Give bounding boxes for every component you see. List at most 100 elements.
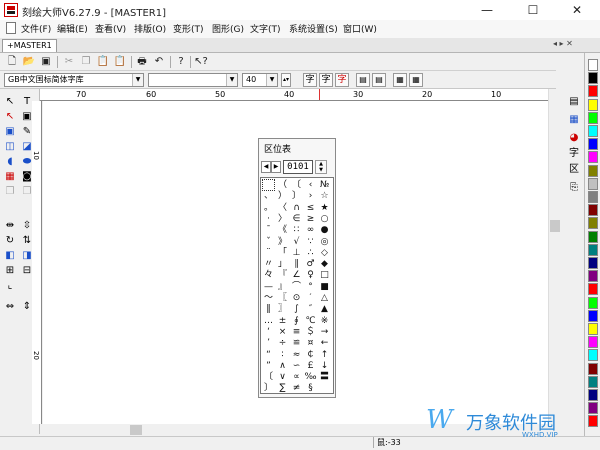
vertical-scrollbar[interactable] bbox=[548, 89, 562, 424]
symbol-cell[interactable]: ＄ bbox=[304, 326, 317, 338]
group-icon[interactable]: ◧ bbox=[2, 249, 18, 263]
symbol-cell[interactable]: 』 bbox=[276, 281, 289, 293]
color-swatch[interactable] bbox=[588, 59, 598, 71]
symbol-cell[interactable]: 〕 bbox=[262, 382, 275, 394]
symbol-cell[interactable]: 〔 bbox=[262, 371, 275, 383]
symbol-cell[interactable]: ↓ bbox=[318, 360, 331, 372]
color-swatch[interactable] bbox=[588, 151, 598, 164]
symbol-cell[interactable]: ∞ bbox=[304, 224, 317, 236]
symbol-cell[interactable]: ‰ bbox=[304, 371, 317, 383]
symbol-cell[interactable]: ‖ bbox=[262, 303, 275, 315]
symbol-cell[interactable]: ￡ bbox=[304, 360, 317, 372]
symbol-cell[interactable]: ≌ bbox=[290, 337, 303, 349]
color-swatch[interactable] bbox=[588, 191, 598, 203]
symbol-cell[interactable] bbox=[262, 179, 275, 191]
rotate-icon[interactable]: ↻ bbox=[2, 234, 18, 248]
symbol-cell[interactable]: ′ bbox=[304, 292, 317, 304]
color-swatch[interactable] bbox=[588, 402, 598, 415]
symbol-cell[interactable]: ♂ bbox=[304, 258, 317, 270]
symbol-cell[interactable]: — bbox=[262, 281, 275, 293]
menu-transform[interactable]: 变形(T) bbox=[173, 22, 204, 35]
paste-special-icon[interactable]: 📋 bbox=[113, 55, 127, 69]
symbol-cell[interactable]: ” bbox=[262, 360, 275, 372]
symbol-cell[interactable]: ∮ bbox=[290, 315, 303, 327]
color-swatch[interactable] bbox=[588, 362, 598, 375]
symbol-cell[interactable]: “ bbox=[262, 349, 275, 361]
color-swatch[interactable] bbox=[588, 257, 598, 269]
context-help-icon[interactable]: ↖? bbox=[194, 55, 208, 69]
symbol-cell[interactable]: ≤ bbox=[304, 202, 317, 214]
align-center-icon[interactable]: ▤ bbox=[372, 73, 386, 87]
text-vertical-button[interactable]: 字 bbox=[319, 73, 333, 87]
select-arrow-icon[interactable]: ↖ bbox=[2, 95, 18, 109]
symbol-cell[interactable]: 〔 bbox=[290, 179, 303, 191]
menu-graphics[interactable]: 图形(G) bbox=[212, 22, 244, 35]
symbol-cell[interactable]: ～ bbox=[262, 292, 275, 304]
symbol-cell[interactable]: 〖 bbox=[276, 292, 289, 304]
color-swatch[interactable] bbox=[588, 98, 598, 111]
symbol-cell[interactable]: 〕 bbox=[290, 190, 303, 202]
symbol-cell[interactable]: ± bbox=[276, 315, 289, 327]
symbol-cell[interactable]: § bbox=[304, 382, 317, 394]
symbol-cell[interactable]: ∧ bbox=[276, 360, 289, 372]
menu-file[interactable]: 文件(F) bbox=[21, 22, 51, 35]
symbol-cell[interactable] bbox=[318, 382, 331, 394]
print-icon[interactable]: 🖶 bbox=[135, 55, 149, 69]
symbol-cell[interactable]: ∥ bbox=[290, 258, 303, 270]
prev-zone-button[interactable]: ◀ bbox=[261, 161, 271, 173]
symbol-cell[interactable]: ☆ bbox=[318, 190, 331, 202]
export-icon[interactable]: ⎘ bbox=[566, 181, 582, 195]
align-left-icon[interactable]: ▤ bbox=[356, 73, 370, 87]
symbol-cell[interactable]: 〉 bbox=[276, 213, 289, 225]
symbol-cell[interactable]: 『 bbox=[276, 269, 289, 281]
symbol-cell[interactable]: ○ bbox=[318, 213, 331, 225]
symbol-cell[interactable]: ⊥ bbox=[290, 247, 303, 259]
zone-code-input[interactable]: 0101 bbox=[283, 160, 313, 174]
color-swatch[interactable] bbox=[588, 296, 598, 309]
horizontal-scroll-thumb[interactable] bbox=[130, 425, 142, 435]
symbol-cell[interactable]: 〃 bbox=[262, 258, 275, 270]
corner-icon[interactable]: ⌞ bbox=[2, 279, 18, 293]
font-family-select[interactable]: GB中文国标简体字库 ▼ bbox=[4, 73, 144, 87]
symbol-cell[interactable]: ∴ bbox=[304, 247, 317, 259]
symbol-cell[interactable]: ∨ bbox=[276, 371, 289, 383]
copy-tool-icon[interactable]: ❐ bbox=[2, 185, 18, 199]
color-swatch[interactable] bbox=[588, 125, 598, 137]
menu-layout[interactable]: 排版(O) bbox=[134, 22, 166, 35]
vertical-scroll-thumb[interactable] bbox=[550, 220, 560, 232]
symbol-cell[interactable]: ∫ bbox=[290, 303, 303, 315]
minimize-button[interactable]: — bbox=[464, 0, 510, 20]
color-swatch[interactable] bbox=[588, 349, 598, 362]
symbol-cell[interactable]: □ bbox=[318, 269, 331, 281]
symbol-cell[interactable]: ≠ bbox=[290, 382, 303, 394]
symbol-cell[interactable]: ♀ bbox=[304, 269, 317, 281]
symbol-cell[interactable]: № bbox=[318, 179, 331, 191]
color-swatch[interactable] bbox=[588, 243, 598, 256]
symbol-cell[interactable]: ◎ bbox=[318, 236, 331, 248]
color-swatch[interactable] bbox=[588, 230, 598, 243]
menu-view[interactable]: 查看(V) bbox=[95, 22, 126, 35]
symbol-cell[interactable]: ★ bbox=[318, 202, 331, 214]
symbol-grid[interactable]: （〔 ‹ №、）〕 › ☆。〈 ∩ ≤ ★ · 〉 ∈ ≥ ○ ˉ 《 ∷ ∞ ● ˇ 》 √ ∵ ◎ ¨ 「⊥ ∴ ◇ 〃」 ∥ ♂ ◆ 々… bbox=[260, 177, 334, 394]
maximize-button[interactable]: ☐ bbox=[510, 0, 556, 20]
open-folder-icon[interactable]: 📂 bbox=[22, 55, 36, 69]
tab-master1[interactable]: +MASTER1 bbox=[2, 39, 57, 52]
symbol-cell[interactable]: ˇ bbox=[262, 236, 275, 248]
symbol-cell[interactable]: ″ bbox=[304, 303, 317, 315]
color-swatch[interactable] bbox=[588, 270, 598, 283]
symbol-cell[interactable]: ∽ bbox=[290, 360, 303, 372]
symbol-cell[interactable]: √ bbox=[290, 236, 303, 248]
new-file-icon[interactable]: 🗋 bbox=[5, 55, 19, 69]
document-icon[interactable] bbox=[6, 22, 16, 34]
symbol-cell[interactable]: 。 bbox=[262, 202, 275, 214]
symbol-cell[interactable]: 々 bbox=[262, 269, 275, 281]
font-tool-icon[interactable]: 字 bbox=[566, 147, 582, 161]
symbol-cell[interactable]: · bbox=[262, 213, 275, 225]
color-swatch[interactable] bbox=[588, 85, 598, 98]
align-right-icon[interactable]: ▦ bbox=[393, 73, 407, 87]
symbol-cell[interactable]: ▲ bbox=[318, 303, 331, 315]
symbol-cell[interactable]: ≈ bbox=[290, 349, 303, 361]
save-icon[interactable]: ▣ bbox=[39, 55, 53, 69]
symbol-cell[interactable]: ≡ bbox=[290, 326, 303, 338]
symbol-cell[interactable]: ∠ bbox=[290, 269, 303, 281]
